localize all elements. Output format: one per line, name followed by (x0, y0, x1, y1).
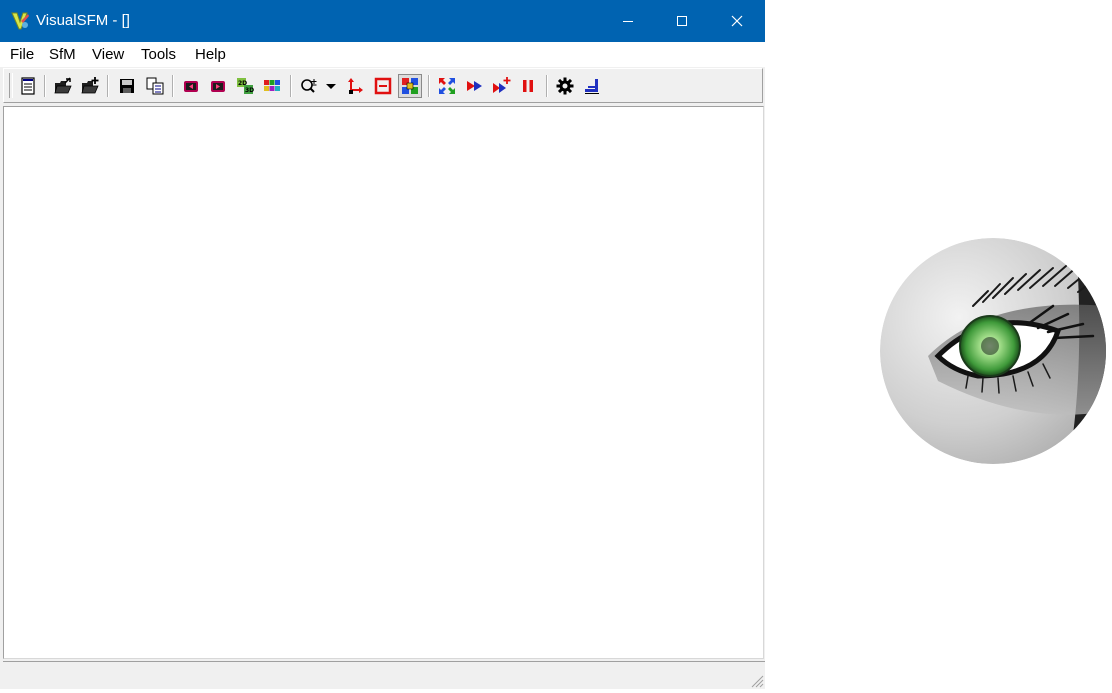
dense-reconstruct-button[interactable] (581, 75, 603, 97)
toolbar: 2D 3D (3, 68, 763, 103)
toolbar-separator (107, 75, 109, 97)
zoom-button[interactable] (298, 75, 320, 97)
viewer-canvas[interactable] (3, 106, 764, 659)
feature-button[interactable] (372, 75, 394, 97)
maximize-button[interactable] (655, 0, 709, 42)
copy-button[interactable] (144, 75, 166, 97)
eye-logo-icon (878, 236, 1108, 466)
settings-gear-icon (556, 77, 574, 95)
show-thumbnails-icon (264, 80, 280, 91)
settings-button[interactable] (554, 75, 576, 97)
title-bar[interactable]: VisualSFM - [] (0, 0, 765, 42)
toolbar-grip[interactable] (9, 73, 13, 98)
resize-grip-icon[interactable] (748, 672, 764, 688)
toolbar-separator (546, 75, 548, 97)
close-button[interactable] (710, 0, 764, 42)
open-images-icon (54, 77, 72, 94)
window-title: VisualSFM - [] (36, 12, 130, 29)
status-bar (3, 661, 765, 689)
save-button[interactable] (116, 75, 138, 97)
toolbar-separator (290, 75, 292, 97)
copy-icon (146, 77, 164, 95)
toggle-2d-3d-button[interactable]: 2D 3D (234, 75, 256, 97)
show-next-button[interactable] (207, 75, 229, 97)
axes-button[interactable] (344, 75, 366, 97)
open-images-button[interactable] (52, 75, 74, 97)
match-view-icon (402, 78, 418, 94)
pause-button[interactable] (517, 75, 539, 97)
show-previous-icon (184, 81, 198, 92)
visualsfm-app-icon[interactable] (9, 10, 31, 32)
reconstruct-resume-button[interactable] (491, 75, 513, 97)
menu-help[interactable]: Help (195, 45, 226, 64)
maximize-icon (677, 16, 687, 26)
toolbar-separator (428, 75, 430, 97)
axes-icon (348, 78, 363, 94)
menu-sfm[interactable]: SfM (49, 45, 76, 64)
svg-text:3D: 3D (245, 87, 254, 94)
dense-reconstruct-icon (585, 79, 599, 94)
menu-file[interactable]: File (10, 45, 34, 64)
menu-view[interactable]: View (92, 45, 124, 64)
add-images-icon (81, 77, 99, 94)
feature-icon (374, 77, 392, 95)
minimize-button[interactable] (601, 0, 655, 42)
compute-matches-icon (439, 78, 455, 94)
pause-icon (523, 80, 533, 92)
log-window-icon (21, 77, 35, 95)
reconstruct-sparse-icon (467, 81, 482, 91)
menu-bar: File SfM View Tools Help (0, 42, 765, 67)
dropdown-arrow-icon (326, 84, 336, 89)
show-thumbnails-button[interactable] (261, 75, 283, 97)
close-icon (731, 15, 743, 27)
compute-matches-button[interactable] (436, 75, 458, 97)
match-view-button[interactable] (398, 74, 422, 98)
toggle-2d-3d-icon: 2D 3D (237, 78, 254, 94)
add-images-button[interactable] (79, 75, 101, 97)
zoom-icon (301, 79, 317, 93)
log-window-button[interactable] (17, 75, 39, 97)
zoom-dropdown-button[interactable] (322, 75, 338, 97)
menu-tools[interactable]: Tools (141, 45, 176, 64)
visualsfm-window: VisualSFM - [] File SfM View Tools Help (0, 0, 765, 689)
show-next-icon (211, 81, 225, 92)
toolbar-separator (44, 75, 46, 97)
show-previous-button[interactable] (180, 75, 202, 97)
save-icon (120, 79, 134, 93)
toolbar-separator (172, 75, 174, 97)
reconstruct-resume-icon (493, 77, 511, 93)
minimize-icon (623, 21, 633, 22)
reconstruct-sparse-button[interactable] (464, 75, 486, 97)
svg-text:2D: 2D (238, 80, 247, 87)
